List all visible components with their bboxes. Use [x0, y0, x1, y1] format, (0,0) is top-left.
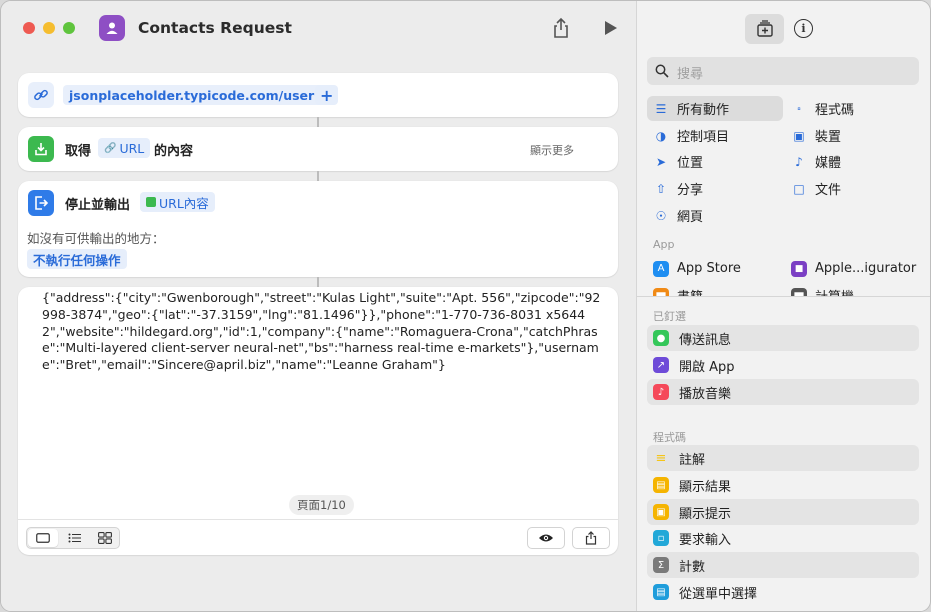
configurator-icon: ■	[791, 260, 807, 277]
script-item-comment[interactable]: ≡ 註解	[647, 445, 919, 471]
download-icon	[28, 136, 54, 162]
compass-icon: ☉	[655, 208, 667, 223]
script-item-count[interactable]: Σ 計數	[647, 552, 919, 578]
search-icon	[655, 64, 669, 78]
app-store-icon: A	[653, 260, 669, 277]
action-library-icon[interactable]	[745, 14, 784, 44]
music-icon: ♪	[653, 384, 669, 400]
calculator-icon: ■	[791, 287, 807, 296]
category-scripting[interactable]: ⬞ 程式碼	[791, 96, 854, 121]
page-indicator: 頁面1/10	[289, 495, 354, 515]
alert-icon: ▣	[653, 504, 669, 520]
category-sharing[interactable]: ⇧ 分享	[653, 176, 703, 201]
share-icon[interactable]	[572, 527, 610, 549]
url-token[interactable]: jsonplaceholder.typicode.com/users	[63, 85, 328, 105]
info-icon[interactable]: i	[794, 19, 813, 38]
category-web[interactable]: ☉ 網頁	[653, 203, 703, 228]
stop-label: 停止並輸出	[65, 198, 131, 213]
search-placeholder: 搜尋	[677, 67, 704, 82]
grid-view-icon[interactable]	[90, 529, 120, 547]
menu-icon: ▤	[653, 584, 669, 600]
shortcut-title[interactable]: Contacts Request	[138, 19, 292, 37]
script-item-choose-from-menu[interactable]: ▤ 從選單中選擇	[647, 579, 919, 605]
output-text: {"address":{"city":"Gwenborough","street…	[42, 290, 601, 373]
search-input[interactable]: 搜尋	[647, 57, 919, 85]
toggle-icon: ◑	[655, 128, 667, 143]
action-connector	[317, 171, 319, 181]
minimize-button[interactable]	[43, 22, 55, 34]
action-connector	[317, 277, 319, 287]
action-connector	[317, 117, 319, 127]
url-action-card[interactable]: jsonplaceholder.typicode.com/users +	[18, 73, 618, 117]
eye-icon[interactable]	[527, 527, 565, 549]
share-icon: ⇧	[655, 181, 667, 196]
get-contents-action-card[interactable]: 取得 🔗 URL 的內容 顯示更多	[18, 127, 618, 171]
section-header-scripting: 程式碼	[653, 431, 686, 444]
section-header-pinned: 已釘選	[653, 310, 686, 323]
monitor-icon: ▣	[793, 128, 805, 143]
share-icon[interactable]	[552, 17, 570, 43]
category-location[interactable]: ➤ 位置	[653, 149, 703, 174]
stop-output-action-card[interactable]: 停止並輸出 URL內容 如沒有可供輸出的地方： 不執行任何操作	[18, 181, 618, 277]
section-header-apps: App	[653, 238, 675, 251]
fallback-label: 如沒有可供輸出的地方：	[27, 231, 165, 246]
category-controls[interactable]: ◑ 控制項目	[653, 123, 729, 148]
app-list-clipped-row: ■書籍 ■計算機	[637, 282, 930, 296]
zoom-button[interactable]	[63, 22, 75, 34]
list-view-icon[interactable]	[60, 529, 90, 547]
document-icon: □	[793, 181, 805, 196]
contents-label: 的內容	[154, 144, 194, 159]
add-url-button[interactable]: +	[315, 85, 339, 105]
output-preview-card: {"address":{"city":"Gwenborough","street…	[18, 287, 618, 555]
open-app-icon: ↗	[653, 357, 669, 373]
link-icon: 🔗	[104, 142, 117, 154]
app-item-books[interactable]: ■書籍	[653, 283, 703, 296]
exit-icon	[28, 190, 54, 216]
divider	[637, 296, 930, 297]
category-device[interactable]: ▣ 裝置	[791, 123, 841, 148]
script-item-show-alert[interactable]: ▣ 顯示提示	[647, 499, 919, 525]
url-variable-token[interactable]: 🔗 URL	[98, 138, 151, 158]
app-item-app-store[interactable]: A App Store	[653, 256, 741, 281]
shortcut-icon[interactable]	[99, 15, 125, 41]
download-icon	[146, 197, 156, 207]
pinned-item-open-app[interactable]: ↗ 開啟 App	[647, 352, 919, 378]
category-media[interactable]: ♪ 媒體	[791, 149, 841, 174]
category-documents[interactable]: □ 文件	[791, 176, 841, 201]
message-icon: ●	[653, 330, 669, 346]
app-item-apple-configurator[interactable]: ■ Apple...igurator	[791, 256, 916, 281]
url-contents-token[interactable]: URL內容	[140, 192, 215, 212]
location-icon: ➤	[655, 154, 667, 169]
view-mode-control[interactable]	[26, 527, 120, 549]
music-note-icon: ♪	[795, 154, 803, 169]
code-icon: ⬞	[797, 101, 801, 115]
script-item-ask-for-input[interactable]: ▫ 要求輸入	[647, 525, 919, 551]
close-button[interactable]	[23, 22, 35, 34]
script-item-show-result[interactable]: ▤ 顯示結果	[647, 472, 919, 498]
shortcuts-window: Contacts Request jsonplaceholder.typicod…	[0, 0, 931, 612]
app-item-calculator[interactable]: ■計算機	[791, 283, 854, 296]
divider	[18, 519, 618, 520]
editor-pane: Contacts Request jsonplaceholder.typicod…	[1, 1, 636, 611]
list-icon: ☰	[655, 101, 667, 116]
title-bar: Contacts Request	[1, 1, 636, 57]
ask-input-icon: ▫	[653, 530, 669, 546]
single-view-icon[interactable]	[28, 529, 58, 547]
do-nothing-option[interactable]: 不執行任何操作	[27, 249, 127, 269]
pinned-item-play-music[interactable]: ♪ 播放音樂	[647, 379, 919, 405]
sigma-icon: Σ	[653, 557, 669, 573]
get-label: 取得	[65, 144, 92, 159]
books-icon: ■	[653, 287, 669, 296]
action-library-sidebar: i 搜尋 ☰ 所有動作 ⬞ 程式碼 ◑ 控制項目 ▣ 裝置 ➤ 位置 ♪ 媒體 ⇧ 分享 □ 文…	[636, 1, 930, 611]
show-result-icon: ▤	[653, 477, 669, 493]
link-icon	[28, 82, 54, 108]
category-all-actions[interactable]: ☰ 所有動作	[647, 96, 783, 121]
comment-icon: ≡	[655, 450, 667, 466]
pinned-item-send-message[interactable]: ● 傳送訊息	[647, 325, 919, 351]
show-more-button[interactable]: 顯示更多	[530, 142, 574, 158]
run-icon[interactable]	[604, 20, 618, 40]
